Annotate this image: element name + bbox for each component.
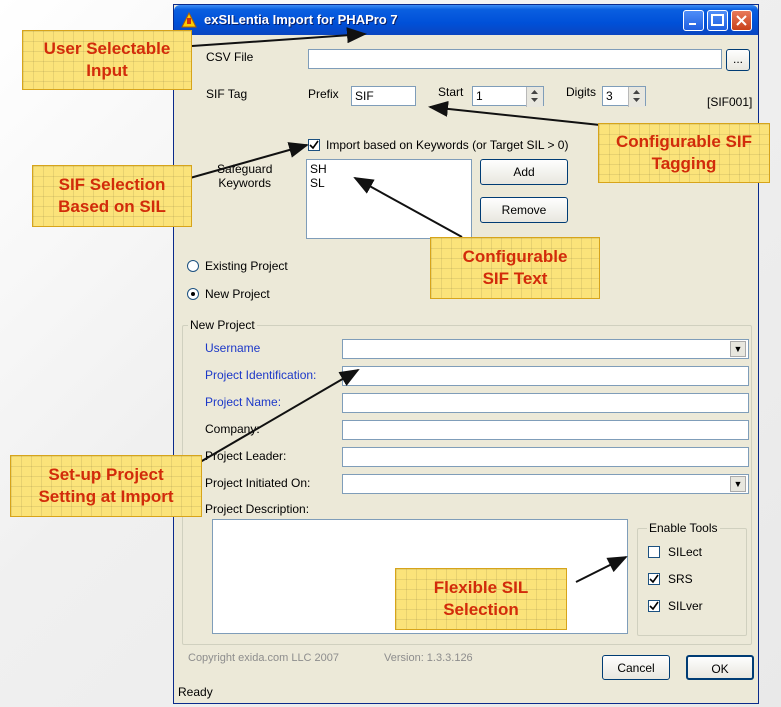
callout-setup-project: Set-up Project Setting at Import <box>10 455 202 517</box>
arrow-user-input <box>191 27 367 47</box>
callout-setup-line1: Set-up Project <box>48 465 164 484</box>
callout-sif-tagging-line2: Tagging <box>651 154 717 173</box>
callout-setup-line2: Setting at Import <box>38 487 174 506</box>
callout-sif-tagging: Configurable SIF Tagging <box>598 123 770 183</box>
callout-sif-text-line2: SIF Text <box>482 269 548 288</box>
callout-sif-text: Configurable SIF Text <box>430 237 600 299</box>
arrow-flexible-sil <box>575 556 628 583</box>
callout-user-input-line1: User Selectable <box>43 39 171 58</box>
callout-flexible-line2: Selection <box>443 600 519 619</box>
callout-sif-selection-line1: SIF Selection <box>58 175 166 194</box>
callout-sif-text-line1: Configurable <box>462 247 568 266</box>
arrow-sif-tagging <box>428 100 601 126</box>
callout-user-input: User Selectable Input <box>22 30 192 90</box>
callout-arrows <box>189 27 628 583</box>
arrow-sif-text <box>353 177 463 238</box>
callout-user-input-line2: Input <box>86 61 128 80</box>
callout-sif-selection-line2: Based on SIL <box>58 197 166 216</box>
callout-sif-selection: SIF Selection Based on SIL <box>32 165 192 227</box>
arrow-sif-selection <box>189 142 309 179</box>
callout-flexible-sil: Flexible SIL Selection <box>395 568 567 630</box>
arrow-setup-project <box>194 368 360 466</box>
callout-flexible-line1: Flexible SIL <box>433 578 529 597</box>
callout-sif-tagging-line1: Configurable SIF <box>616 132 752 151</box>
